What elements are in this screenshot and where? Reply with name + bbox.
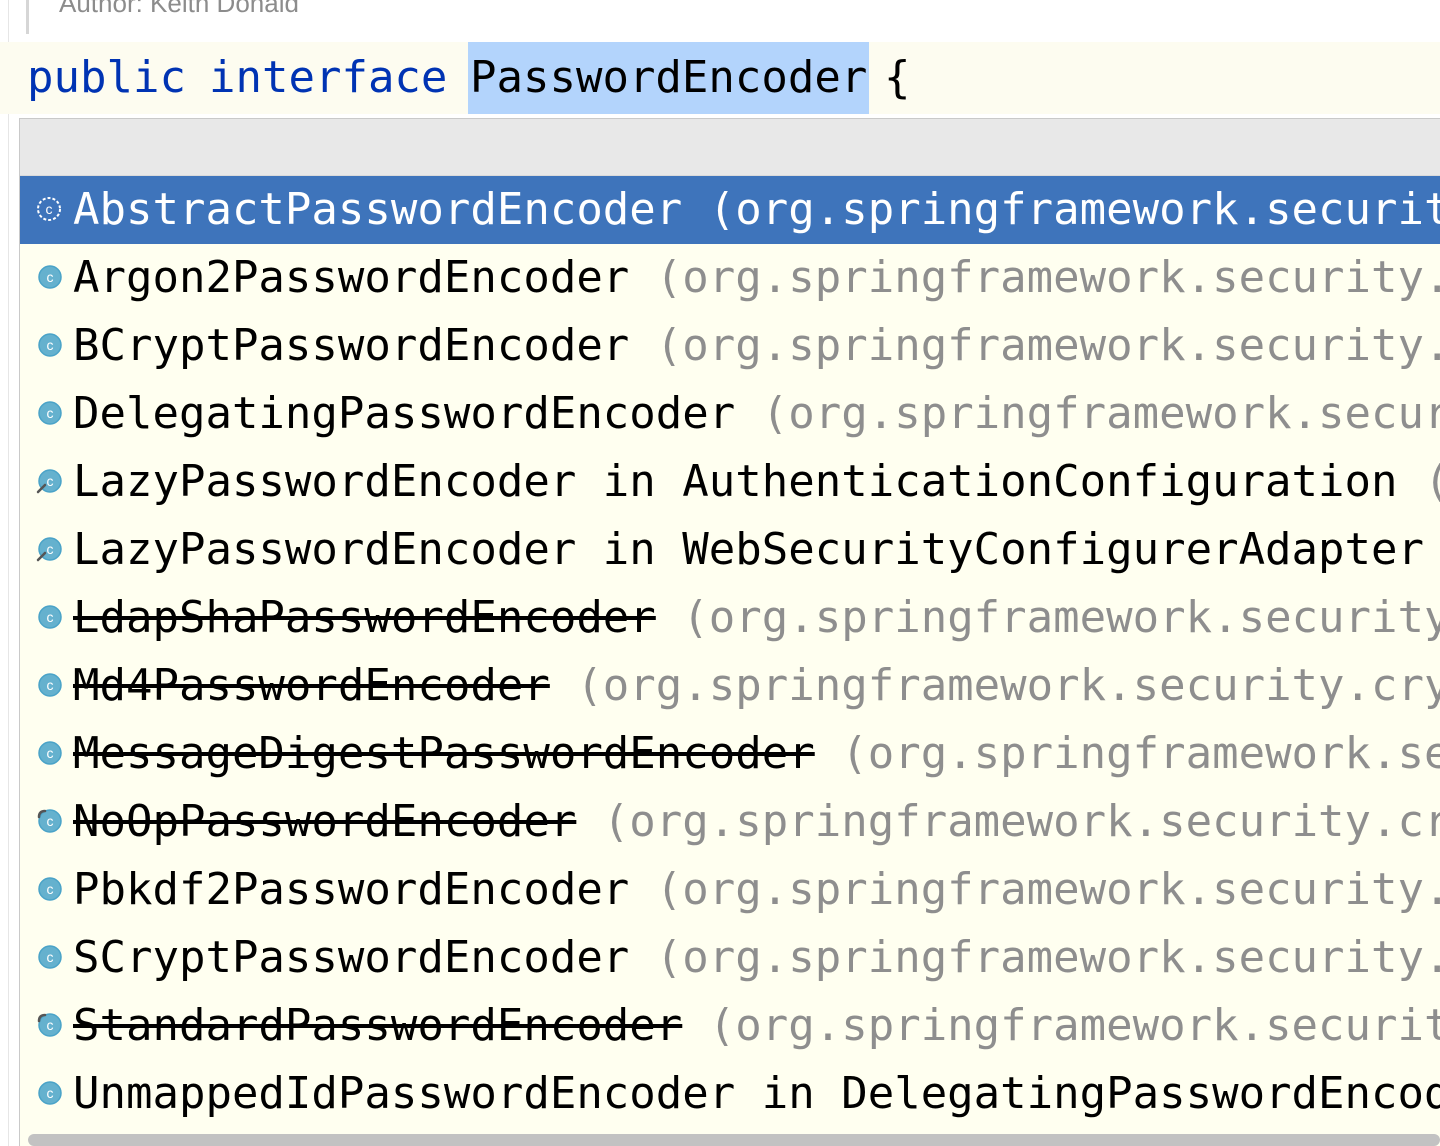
svg-text:c: c <box>47 745 54 761</box>
completion-item[interactable]: c LdapShaPasswordEncoder (org.springframe… <box>20 584 1440 652</box>
final-class-icon: c <box>36 1012 62 1038</box>
class-icon: c <box>36 604 62 630</box>
class-icon: c <box>36 332 62 358</box>
completion-item-label: MessageDigestPasswordEncoder (org.spring… <box>73 729 1440 779</box>
class-name: BCryptPasswordEncoder <box>73 320 630 371</box>
comment-bar <box>26 0 29 34</box>
abstract-class-icon: c <box>36 196 62 222</box>
class-icon: c <box>36 672 62 698</box>
svg-text:c: c <box>47 541 54 557</box>
svg-text:c: c <box>47 473 54 489</box>
class-name: Pbkdf2PasswordEncoder <box>73 864 630 915</box>
svg-text:c: c <box>47 677 54 693</box>
completion-popup-header <box>20 119 1440 176</box>
class-name: LdapShaPasswordEncoder <box>73 592 656 643</box>
class-icon: c <box>36 876 62 902</box>
completion-item[interactable]: c Pbkdf2PasswordEncoder (org.springframew… <box>20 856 1440 924</box>
package-name: (org.springframework.securit <box>682 1000 1440 1051</box>
class-name: NoOpPasswordEncoder <box>73 796 577 847</box>
completion-item-label: UnmappedIdPasswordEncoder in DelegatingP… <box>73 1069 1440 1119</box>
package-name: (org.springframework.security. <box>629 932 1440 983</box>
class-name: UnmappedIdPasswordEncoder in DelegatingP… <box>73 1068 1440 1119</box>
completion-item-label: AbstractPasswordEncoder (org.springframe… <box>73 185 1440 235</box>
class-name: SCryptPasswordEncoder <box>73 932 630 983</box>
completion-item-label: StandardPasswordEncoder (org.springframe… <box>73 1001 1440 1051</box>
completion-item[interactable]: c UnmappedIdPasswordEncoder in Delegating… <box>20 1060 1440 1128</box>
keyword-public: public <box>27 52 186 103</box>
completion-item-label: SCryptPasswordEncoder (org.springframewo… <box>73 933 1440 983</box>
svg-text:c: c <box>47 1017 54 1033</box>
private-class-icon: c <box>36 536 62 562</box>
completion-item-selected[interactable]: c AbstractPasswordEncoder (org.springfram… <box>20 176 1440 244</box>
svg-text:c: c <box>46 201 53 217</box>
svg-text:c: c <box>47 813 54 829</box>
package-name: (org.springframework.security. <box>629 252 1440 303</box>
svg-text:c: c <box>47 405 54 421</box>
svg-text:c: c <box>47 881 54 897</box>
final-class-icon: c <box>36 808 62 834</box>
package-name: (org.springframework.securit <box>682 184 1440 235</box>
completion-item[interactable]: c NoOpPasswordEncoder (org.springframewor… <box>20 788 1440 856</box>
package-name: (org.springframework.security.cr <box>576 796 1440 847</box>
completion-item-label: Md4PasswordEncoder (org.springframework.… <box>73 661 1440 711</box>
interface-name-selected[interactable]: PasswordEncoder <box>468 42 870 114</box>
completion-item-label: Argon2PasswordEncoder (org.springframewo… <box>73 253 1440 303</box>
class-icon: c <box>36 400 62 426</box>
completion-item[interactable]: c SCryptPasswordEncoder (org.springframew… <box>20 924 1440 992</box>
svg-text:c: c <box>47 337 54 353</box>
open-brace: { <box>884 52 911 103</box>
class-name: StandardPasswordEncoder <box>73 1000 683 1051</box>
svg-text:c: c <box>47 1085 54 1101</box>
author-comment-text: Author: Keith Donald <box>59 0 299 18</box>
svg-text:c: c <box>47 269 54 285</box>
class-name: LazyPasswordEncoder in AuthenticationCon… <box>73 456 1398 507</box>
completion-item-label: Pbkdf2PasswordEncoder (org.springframewo… <box>73 865 1440 915</box>
package-name: (org.springframework.security <box>655 592 1440 643</box>
completion-item-label: LdapShaPasswordEncoder (org.springframew… <box>73 593 1440 643</box>
class-icon: c <box>36 264 62 290</box>
completion-item-label: BCryptPasswordEncoder (org.springframewo… <box>73 321 1440 371</box>
svg-text:c: c <box>47 949 54 965</box>
completion-item[interactable]: c Md4PasswordEncoder (org.springframework… <box>20 652 1440 720</box>
completion-item-label: DelegatingPasswordEncoder (org.springfra… <box>73 389 1440 439</box>
class-icon: c <box>36 740 62 766</box>
package-name: (org.springframework.secur <box>735 388 1440 439</box>
package-name: ( <box>1398 456 1440 507</box>
class-name: LazyPasswordEncoder in WebSecurityConfig… <box>73 524 1425 575</box>
svg-text:c: c <box>47 609 54 625</box>
class-name: Argon2PasswordEncoder <box>73 252 630 303</box>
gutter-divider <box>8 0 9 1146</box>
completion-item[interactable]: c DelegatingPasswordEncoder (org.springfr… <box>20 380 1440 448</box>
completion-item-label: LazyPasswordEncoder in AuthenticationCon… <box>73 457 1440 507</box>
package-name: (org.springframework.se <box>814 728 1440 779</box>
private-class-icon: c <box>36 468 62 494</box>
current-code-line[interactable]: public interface PasswordEncoder { <box>0 42 1440 114</box>
package-name: (org.springframework.security. <box>629 320 1440 371</box>
javadoc-comment: Author: Keith Donald <box>26 0 1440 38</box>
class-icon: c <box>36 1080 62 1106</box>
keyword-interface: interface <box>209 52 448 103</box>
completion-item[interactable]: c StandardPasswordEncoder (org.springfram… <box>20 992 1440 1060</box>
class-icon: c <box>36 944 62 970</box>
completion-item[interactable]: c LazyPasswordEncoder in AuthenticationCo… <box>20 448 1440 516</box>
completion-item-label: NoOpPasswordEncoder (org.springframework… <box>73 797 1440 847</box>
completion-item[interactable]: c Argon2PasswordEncoder (org.springframew… <box>20 244 1440 312</box>
package-name: (org.springframework.security. <box>629 864 1440 915</box>
completion-item-label: LazyPasswordEncoder in WebSecurityConfig… <box>73 525 1424 575</box>
package-name: (org.springframework.security.cry <box>549 660 1440 711</box>
horizontal-scrollbar[interactable] <box>28 1134 1440 1146</box>
completion-item[interactable]: c BCryptPasswordEncoder (org.springframew… <box>20 312 1440 380</box>
class-name: MessageDigestPasswordEncoder <box>73 728 815 779</box>
class-name: Md4PasswordEncoder <box>73 660 550 711</box>
class-name: AbstractPasswordEncoder <box>73 184 683 235</box>
code-completion-popup[interactable]: c AbstractPasswordEncoder (org.springfram… <box>19 118 1440 1146</box>
completion-item[interactable]: c MessageDigestPasswordEncoder (org.sprin… <box>20 720 1440 788</box>
completion-item[interactable]: c LazyPasswordEncoder in WebSecurityConfi… <box>20 516 1440 584</box>
class-name: DelegatingPasswordEncoder <box>73 388 736 439</box>
